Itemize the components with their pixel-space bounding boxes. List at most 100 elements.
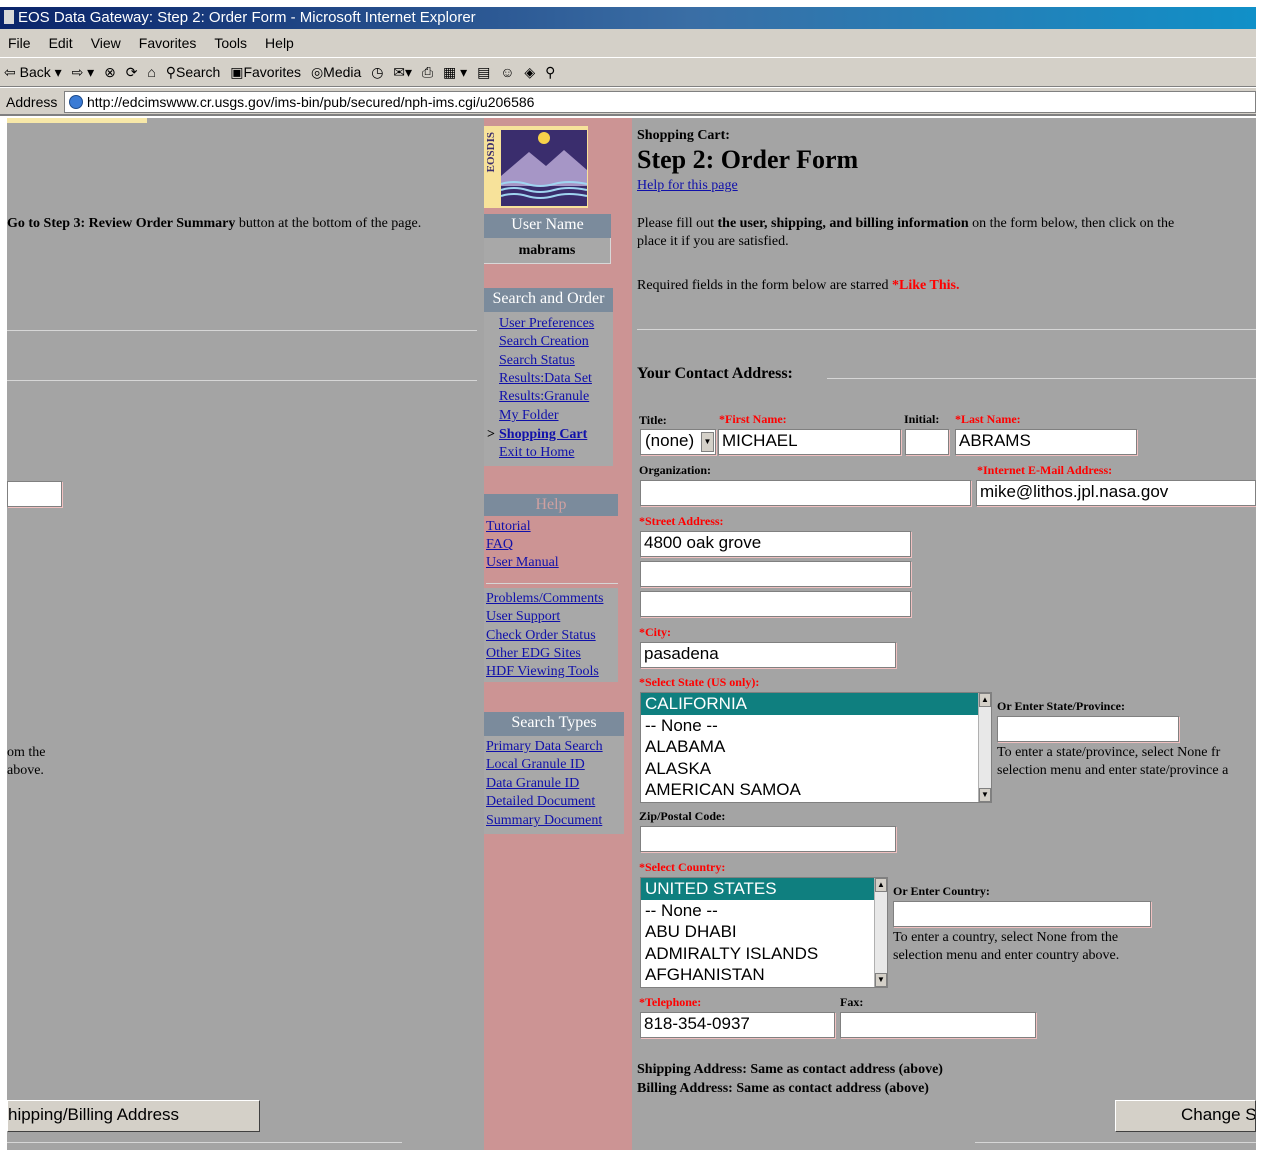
email-label: *Internet E-Mail Address: [977, 463, 1113, 477]
email-input[interactable]: mike@lithos.jpl.nasa.gov [976, 480, 1256, 506]
zip-input[interactable] [640, 826, 896, 852]
nav-check-order-status[interactable]: Check Order Status [486, 628, 596, 644]
search-and-order-header: Search and Order [484, 288, 613, 312]
media-button[interactable]: ◎Media [311, 58, 361, 87]
state-option[interactable]: CALIFORNIA [641, 693, 991, 715]
refresh-icon[interactable]: ⟳ [126, 58, 138, 87]
state-listbox[interactable]: CALIFORNIA -- None -- ALABAMA ALASKA AME… [640, 692, 992, 803]
cart-label: Shopping Cart: [637, 128, 730, 143]
help-divider [486, 583, 618, 584]
step3-instruction: Go to Step 3: Review Order Summary butto… [7, 216, 422, 231]
help-faq[interactable]: FAQ [486, 537, 513, 553]
messenger-icon[interactable]: ☺ [500, 58, 514, 87]
country-listbox[interactable]: UNITED STATES -- None -- ABU DHABI ADMIR… [640, 877, 888, 988]
related-icon[interactable]: ⚲ [545, 58, 555, 87]
nav-my-folder[interactable]: My Folder [499, 408, 559, 424]
help-user-manual[interactable]: User Manual [486, 555, 559, 571]
state-note-line-2: selection menu and enter state/province … [997, 763, 1229, 778]
scroll-up-icon[interactable]: ▲ [875, 878, 887, 892]
city-label: *City: [639, 625, 671, 639]
country-other-input[interactable] [893, 901, 1151, 927]
help-for-this-page-link[interactable]: Help for this page [637, 178, 738, 194]
left-partial-input[interactable] [7, 481, 62, 507]
country-option[interactable]: -- None -- [641, 900, 887, 922]
menu-favorites[interactable]: Favorites [139, 35, 197, 51]
contact-address-title: Your Contact Address: [637, 365, 793, 382]
state-option[interactable]: ALABAMA [641, 736, 991, 758]
home-icon[interactable]: ⌂ [147, 58, 155, 87]
fax-label: Fax: [840, 995, 864, 1009]
nav-search-status[interactable]: Search Status [499, 353, 575, 369]
country-option[interactable]: ABU DHABI [641, 921, 887, 943]
nav-problems-comments[interactable]: Problems/Comments [486, 591, 603, 607]
help-header: Help [484, 494, 618, 516]
scroll-up-icon[interactable]: ▲ [979, 693, 991, 707]
user-name-header: User Name [484, 214, 611, 238]
country-option[interactable]: UNITED STATES [641, 878, 887, 900]
fax-input[interactable] [840, 1012, 1036, 1038]
country-scrollbar[interactable]: ▲ ▼ [874, 878, 887, 987]
menu-edit[interactable]: Edit [49, 35, 73, 51]
stop-icon[interactable]: ⊗ [104, 58, 116, 87]
window-title: EOS Data Gateway: Step 2: Order Form - M… [18, 9, 476, 26]
shipping-billing-address-button[interactable]: hipping/Billing Address [7, 1100, 260, 1132]
help-tutorial[interactable]: Tutorial [486, 519, 531, 535]
menu-file[interactable]: File [8, 35, 31, 51]
address-input[interactable]: http://edcimswww.cr.usgs.gov/ims-bin/pub… [64, 91, 1256, 113]
nav-local-granule-id[interactable]: Local Granule ID [486, 757, 585, 773]
street-address-line-2[interactable] [640, 561, 911, 587]
research-icon[interactable]: ◈ [524, 58, 535, 87]
nav-hdf-viewing-tools[interactable]: HDF Viewing Tools [486, 664, 599, 680]
telephone-input[interactable]: 818-354-0937 [640, 1012, 835, 1038]
mail-icon[interactable]: ✉▾ [393, 58, 412, 87]
state-option[interactable]: AMERICAN SAMOA [641, 779, 991, 801]
menu-help[interactable]: Help [265, 35, 294, 51]
state-other-input[interactable] [997, 716, 1179, 742]
nav-results-granule[interactable]: Results:Granule [499, 389, 589, 405]
scroll-down-icon[interactable]: ▼ [979, 788, 991, 802]
edit-icon[interactable]: ▦ ▾ [443, 58, 467, 87]
state-option[interactable]: ALASKA [641, 758, 991, 780]
initial-input[interactable] [905, 429, 949, 455]
favorites-icon: ▣ [230, 64, 244, 80]
nav-shopping-cart[interactable]: Shopping Cart [499, 427, 587, 443]
back-button[interactable]: ⇦ Back ▾ [4, 58, 62, 87]
scroll-down-icon[interactable]: ▼ [875, 973, 887, 987]
change-shipping-button[interactable]: Change S [1115, 1100, 1256, 1132]
nav-search-creation[interactable]: Search Creation [499, 334, 589, 350]
street-address-line-1[interactable]: 4800 oak grove [640, 531, 911, 557]
nav-user-support[interactable]: User Support [486, 609, 560, 625]
nav-user-preferences[interactable]: User Preferences [499, 316, 594, 332]
menu-view[interactable]: View [91, 35, 121, 51]
country-option[interactable]: AFGHANISTAN [641, 964, 887, 986]
country-option[interactable]: ADMIRALTY ISLANDS [641, 943, 887, 965]
nav-detailed-document[interactable]: Detailed Document [486, 794, 595, 810]
page-title: Step 2: Order Form [637, 145, 859, 174]
country-note-line-2: selection menu and enter country above. [893, 948, 1120, 963]
nav-exit-to-home[interactable]: Exit to Home [499, 445, 574, 461]
search-button[interactable]: ⚲Search [166, 58, 221, 87]
street-address-line-3[interactable] [640, 591, 911, 617]
favorites-button[interactable]: ▣Favorites [230, 58, 301, 87]
menu-tools[interactable]: Tools [214, 35, 247, 51]
search-order-nav: User Preferences Search Creation Search … [484, 312, 613, 466]
left-highlight-bar [7, 118, 147, 123]
print-icon[interactable]: ⎙ [422, 58, 433, 87]
nav-primary-data-search[interactable]: Primary Data Search [486, 739, 603, 755]
organization-input[interactable] [640, 480, 971, 506]
ie-page-icon [4, 10, 14, 24]
address-label: Address [6, 94, 58, 110]
discuss-icon[interactable]: ▤ [477, 58, 490, 87]
state-option[interactable]: -- None -- [641, 715, 991, 737]
nav-results-data-set[interactable]: Results:Data Set [499, 371, 592, 387]
nav-data-granule-id[interactable]: Data Granule ID [486, 776, 579, 792]
state-scrollbar[interactable]: ▲ ▼ [978, 693, 991, 802]
nav-other-edg-sites[interactable]: Other EDG Sites [486, 646, 581, 662]
history-icon[interactable]: ◷ [371, 58, 383, 87]
nav-summary-document[interactable]: Summary Document [486, 813, 602, 829]
title-select[interactable]: (none) ▼ [640, 429, 716, 455]
last-name-input[interactable]: ABRAMS [955, 429, 1137, 455]
forward-button[interactable]: ⇨ ▾ [72, 58, 95, 87]
city-input[interactable]: pasadena [640, 642, 896, 668]
first-name-input[interactable]: MICHAEL [718, 429, 901, 455]
